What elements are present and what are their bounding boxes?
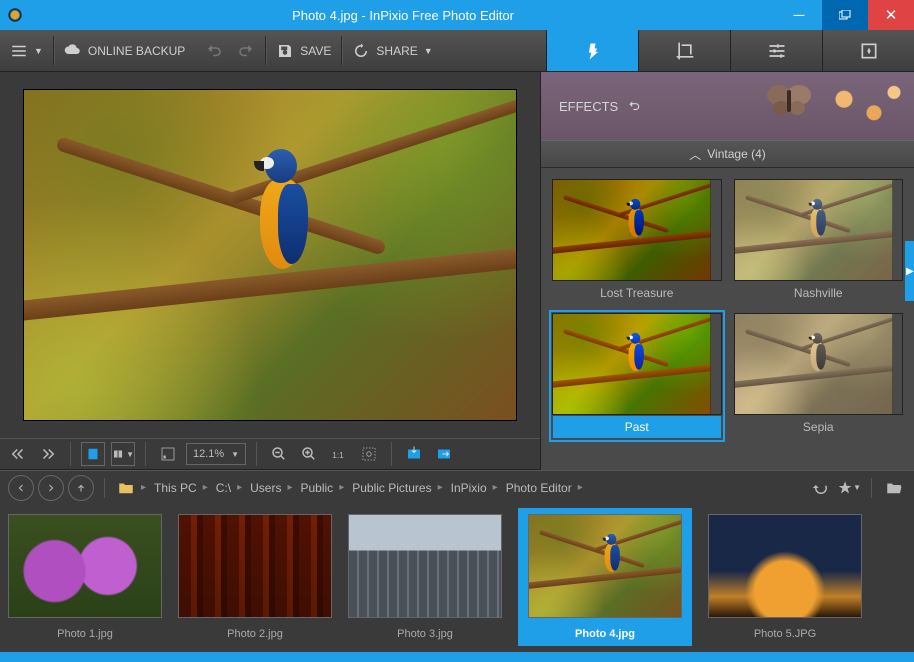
view-compare-icon[interactable]: ▼ [111, 442, 135, 466]
butterfly-icon [764, 80, 814, 120]
flowers-decoration [814, 72, 914, 140]
effect-thumb-nash[interactable]: Nashville [735, 180, 903, 304]
open-folder-icon[interactable] [882, 476, 906, 500]
expand-handle[interactable]: ▶ [905, 241, 914, 301]
minimize-button[interactable]: ─ [776, 0, 822, 30]
undo-button[interactable] [205, 42, 223, 60]
effect-thumb-past[interactable]: Past [553, 314, 721, 438]
tab-crop[interactable] [638, 30, 730, 71]
window-title: Photo 4.jpg - InPixio Free Photo Editor [30, 8, 776, 23]
filmstrip-card[interactable]: Photo 2.jpg [178, 514, 332, 642]
restore-button[interactable] [822, 0, 868, 30]
tab-effects[interactable] [546, 30, 638, 71]
filmstrip-label: Photo 4.jpg [575, 622, 635, 642]
tab-frames[interactable] [822, 30, 914, 71]
effect-label: Lost Treasure [553, 282, 721, 304]
filmstrip-card[interactable]: Photo 5.JPG [708, 514, 862, 642]
svg-text:1:1: 1:1 [332, 451, 344, 460]
canvas-controls: ▼ 12.1%▼ 1:1 [0, 438, 540, 470]
filmstrip-card[interactable]: Photo 4.jpg [518, 508, 692, 646]
effect-label: Nashville [735, 282, 903, 304]
prev-batch-icon[interactable] [6, 442, 30, 466]
online-backup-button[interactable]: ONLINE BACKUP [64, 42, 185, 60]
view-single-icon[interactable] [81, 442, 105, 466]
breadcrumb-part[interactable]: Public▸ [297, 481, 349, 495]
filmstrip-label: Photo 1.jpg [57, 622, 113, 642]
breadcrumb-part[interactable]: This PC▸ [150, 481, 212, 495]
save-label: SAVE [300, 44, 331, 58]
toolbar: ▼ ONLINE BACKUP SAVE SHARE ▼ [0, 30, 914, 72]
filmstrip-card[interactable]: Photo 3.jpg [348, 514, 502, 642]
histogram-icon[interactable] [156, 442, 180, 466]
favorite-icon[interactable]: ▼ [837, 476, 861, 500]
canvas-image[interactable] [24, 90, 516, 420]
breadcrumb-bar: ▸ This PC▸C:\▸Users▸Public▸Public Pictur… [0, 470, 914, 504]
effect-thumb-sepia[interactable]: Sepia [735, 314, 903, 438]
breadcrumb-part[interactable]: C:\▸ [212, 481, 246, 495]
filmstrip-card[interactable]: Photo 1.jpg [8, 514, 162, 642]
share-label: SHARE [376, 44, 417, 58]
effect-label: Sepia [735, 416, 903, 438]
zoom-out-icon[interactable] [267, 442, 291, 466]
redo-button[interactable] [237, 42, 255, 60]
zoom-actual-icon[interactable]: 1:1 [327, 442, 351, 466]
effects-section-header[interactable]: ︿ Vintage (4) [541, 140, 914, 168]
export-icon[interactable] [432, 442, 456, 466]
filmstrip: Photo 1.jpg Photo 2.jpg Photo 3.jpg Photo 4… [0, 504, 914, 652]
share-button[interactable]: SHARE ▼ [352, 42, 432, 60]
save-button[interactable]: SAVE [276, 42, 331, 60]
zoom-percent[interactable]: 12.1%▼ [186, 443, 246, 465]
zoom-in-icon[interactable] [297, 442, 321, 466]
app-icon [0, 0, 30, 30]
effects-header: EFFECTS [541, 72, 914, 140]
chevron-up-icon: ︿ [689, 146, 701, 163]
menu-button[interactable]: ▼ [10, 42, 43, 60]
close-button[interactable]: ✕ [868, 0, 914, 30]
effect-thumb-lost[interactable]: Lost Treasure [553, 180, 721, 304]
tool-tabs [546, 30, 914, 71]
breadcrumb-part[interactable]: Public Pictures▸ [348, 481, 446, 495]
nav-back-button[interactable] [8, 475, 34, 501]
nav-up-button[interactable] [68, 475, 94, 501]
refresh-icon[interactable] [809, 476, 833, 500]
breadcrumb-part[interactable]: Users▸ [246, 481, 296, 495]
zoom-fit-icon[interactable] [357, 442, 381, 466]
effects-title: EFFECTS [559, 99, 618, 114]
titlebar: Photo 4.jpg - InPixio Free Photo Editor … [0, 0, 914, 30]
breadcrumb-part[interactable]: InPixio▸ [447, 481, 502, 495]
right-panel: EFFECTS ︿ Vintage (4) Lost Treasure Nashv… [540, 72, 914, 470]
tab-adjust[interactable] [730, 30, 822, 71]
breadcrumb-part[interactable]: Photo Editor▸ [502, 481, 587, 495]
filmstrip-label: Photo 3.jpg [397, 622, 453, 642]
undo-effects-icon[interactable] [626, 99, 642, 113]
backup-label: ONLINE BACKUP [88, 44, 185, 58]
next-batch-icon[interactable] [36, 442, 60, 466]
filmstrip-label: Photo 2.jpg [227, 622, 283, 642]
import-icon[interactable] [402, 442, 426, 466]
filmstrip-label: Photo 5.JPG [754, 622, 816, 642]
bottom-accent-bar [0, 652, 914, 662]
nav-forward-button[interactable] [38, 475, 64, 501]
folder-icon [115, 477, 137, 499]
effect-label: Past [553, 416, 721, 438]
